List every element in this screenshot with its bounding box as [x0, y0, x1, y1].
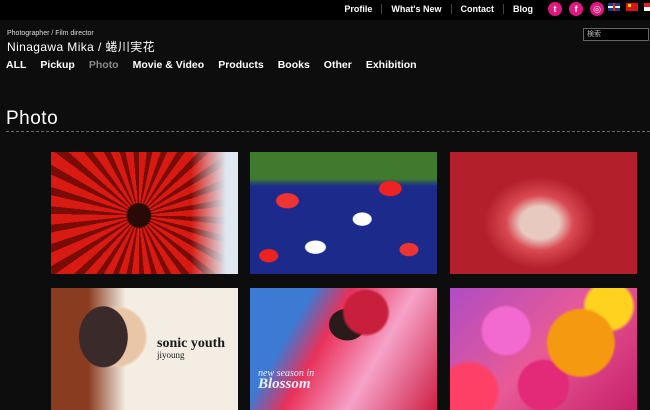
photo-thumb-goldfish[interactable] [250, 152, 437, 274]
nav-item-exhibition[interactable]: Exhibition [366, 59, 417, 71]
magazine-cover-text: new season in Blossom [258, 368, 314, 392]
english-flag-icon[interactable] [608, 3, 620, 11]
nav-item-products[interactable]: Products [218, 59, 264, 71]
nav-item-other[interactable]: Other [324, 59, 352, 71]
nav-item-pickup[interactable]: Pickup [40, 59, 74, 71]
top-link-blog[interactable]: Blog [503, 4, 542, 14]
photo-thumb-colorful-flowers[interactable] [450, 288, 637, 410]
site-role: Photographer / Film director [7, 30, 94, 37]
top-links: Profile What's New Contact Blog [335, 4, 542, 14]
top-link-contact[interactable]: Contact [450, 4, 504, 14]
magazine-subtitle: jiyoung [157, 350, 185, 360]
nav-item-movie-video[interactable]: Movie & Video [133, 59, 205, 71]
site-name-logo[interactable]: Ninagawa Mika / 蜷川実花 [7, 38, 155, 55]
heading-divider [6, 131, 650, 132]
social-links: t f ◎ [548, 2, 604, 16]
top-link-whats-new[interactable]: What's New [381, 4, 450, 14]
instagram-icon[interactable]: ◎ [590, 2, 604, 16]
cover-line-2: Blossom [258, 376, 311, 392]
search-input[interactable] [583, 28, 649, 41]
page-title: Photo [6, 108, 59, 129]
nav-item-books[interactable]: Books [278, 59, 310, 71]
chinese-flag-icon[interactable] [626, 3, 638, 11]
photo-thumb-strawberry[interactable] [450, 152, 637, 274]
photo-thumb-red-flower[interactable] [51, 152, 238, 274]
top-link-profile[interactable]: Profile [335, 4, 381, 14]
twitter-icon[interactable]: t [548, 2, 562, 16]
photo-thumb-sonic-youth[interactable]: sonic youth jiyoung [51, 288, 238, 410]
other-flag-icon[interactable] [644, 3, 650, 11]
top-bar: Profile What's New Contact Blog t f ◎ [0, 0, 650, 20]
facebook-icon[interactable]: f [569, 2, 583, 16]
nav-item-all[interactable]: ALL [6, 59, 26, 71]
photo-thumb-blossom[interactable]: new season in Blossom [250, 288, 437, 410]
language-selector [608, 3, 650, 11]
main-nav: ALL Pickup Photo Movie & Video Products … [6, 59, 417, 71]
nav-item-photo[interactable]: Photo [89, 59, 119, 71]
